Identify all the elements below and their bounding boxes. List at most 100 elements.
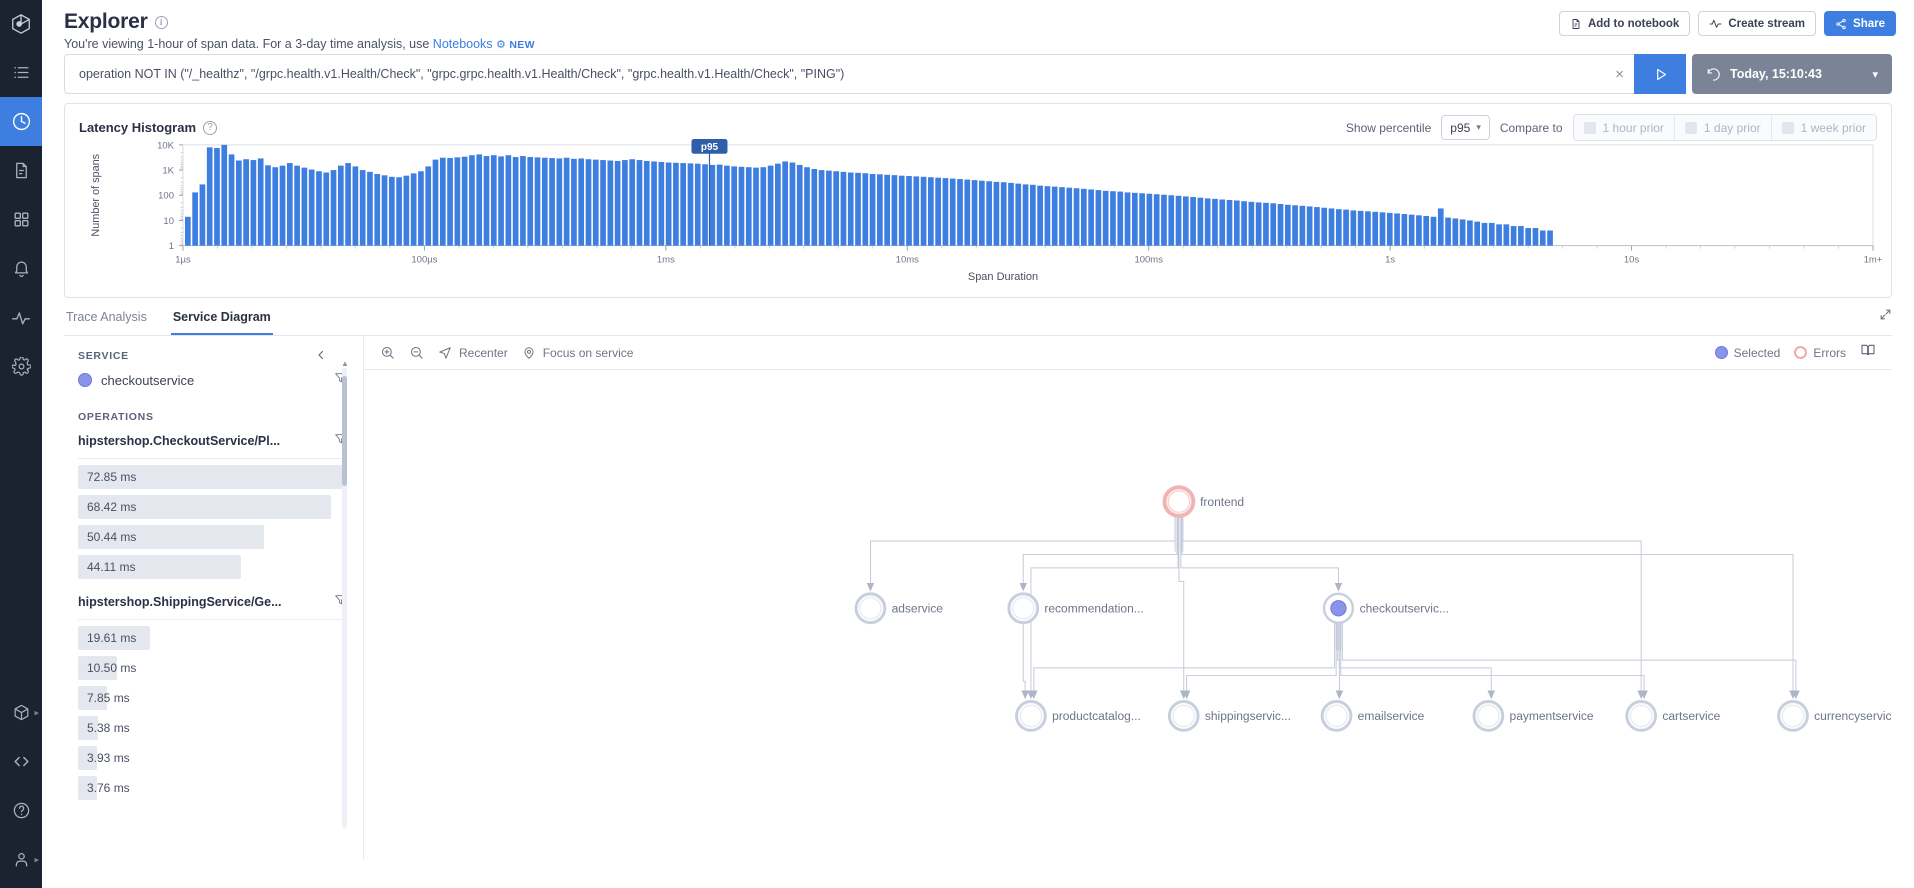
latency-bar-label: 44.11 ms: [87, 560, 136, 574]
service-node-label: shippingservic...: [1205, 709, 1291, 723]
latency-bar-item[interactable]: 50.44 ms: [78, 525, 347, 549]
info-icon[interactable]: i: [154, 15, 168, 29]
navigate-icon: [439, 346, 451, 359]
service-node-label: emailservice: [1358, 709, 1425, 723]
latency-bar-item[interactable]: 72.85 ms: [78, 465, 347, 489]
sidebar-item-help[interactable]: [0, 786, 42, 835]
latency-bar-item[interactable]: 19.61 ms: [78, 626, 347, 650]
share-button[interactable]: Share: [1824, 11, 1896, 36]
service-node[interactable]: paymentservice: [1472, 700, 1594, 732]
sidebar-item-dashboards[interactable]: [0, 195, 42, 244]
pane-scrollbar[interactable]: ▲: [341, 359, 349, 828]
recenter-button[interactable]: Recenter: [438, 346, 508, 360]
header-actions: Add to notebook Create stream Share: [1558, 11, 1896, 36]
svg-text:10s: 10s: [1624, 254, 1640, 265]
service-node-label: currencyservic...: [1814, 709, 1892, 723]
notebooks-link[interactable]: Notebooks: [433, 37, 493, 51]
sidebar-item-list[interactable]: [0, 48, 42, 97]
sidebar-item-monitors[interactable]: [0, 293, 42, 342]
sidebar-item-code[interactable]: [0, 737, 42, 786]
svg-text:1µs: 1µs: [175, 254, 191, 265]
sidebar-item-settings[interactable]: [0, 342, 42, 391]
explorer-app: ▸ ▸ Explorer i You're viewing 1-hour of …: [0, 0, 1914, 888]
sidebar-item-explorer[interactable]: [0, 97, 42, 146]
query-input[interactable]: operation NOT IN ("/_healthz", "/grpc.he…: [64, 54, 1634, 94]
diagram-legend: Selected Errors: [1714, 342, 1876, 363]
latency-bar-label: 72.85 ms: [87, 470, 137, 484]
create-stream-button[interactable]: Create stream: [1698, 11, 1817, 36]
service-node[interactable]: cartservice: [1625, 700, 1721, 732]
latency-bar-item[interactable]: 10.50 ms: [78, 656, 347, 680]
tab-trace-analysis[interactable]: Trace Analysis: [64, 310, 149, 335]
analysis-tabs: Trace Analysis Service Diagram: [64, 308, 1892, 336]
service-node[interactable]: currencyservic...: [1777, 700, 1892, 732]
operation-name-row[interactable]: hipstershop.CheckoutService/Pl...: [78, 432, 347, 459]
histogram-title: Latency Histogram: [79, 120, 197, 135]
sidebar-item-alerts[interactable]: [0, 244, 42, 293]
service-node[interactable]: frontend: [1162, 485, 1245, 518]
service-graph[interactable]: frontend adservice recommendation... checko…: [364, 370, 1892, 860]
latency-bar-item[interactable]: 3.93 ms: [78, 746, 347, 770]
chevron-down-icon: ▾: [1872, 68, 1878, 81]
service-node-label: recommendation...: [1044, 602, 1143, 616]
latency-bar-item[interactable]: 3.76 ms: [78, 776, 347, 800]
zoom-out-icon: [410, 346, 423, 359]
add-to-notebook-button[interactable]: Add to notebook: [1558, 11, 1691, 36]
zoom-in-icon: [381, 346, 394, 359]
help-circle-icon[interactable]: ?: [203, 120, 218, 135]
run-query-button[interactable]: [1634, 54, 1686, 94]
svg-text:10ms: 10ms: [896, 254, 920, 265]
svg-text:100: 100: [158, 191, 174, 202]
operation-groups: hipstershop.CheckoutService/Pl... 72.85 m…: [78, 432, 347, 800]
service-node[interactable]: productcatalog...: [1015, 700, 1141, 732]
latency-bar-item[interactable]: 68.42 ms: [78, 495, 347, 519]
service-color-dot: [78, 373, 92, 387]
service-node[interactable]: recommendation...: [1007, 592, 1144, 625]
svg-text:1: 1: [169, 241, 174, 252]
scrollbar-thumb[interactable]: [342, 376, 347, 486]
time-range-selector[interactable]: Today, 15:10:43 ▾: [1692, 54, 1892, 94]
latency-bar-label: 50.44 ms: [87, 530, 137, 544]
new-badge: NEW: [509, 39, 535, 51]
clear-query-icon[interactable]: ×: [1615, 67, 1624, 82]
tab-service-diagram[interactable]: Service Diagram: [170, 310, 273, 335]
zoom-in-button[interactable]: [380, 345, 395, 360]
svg-text:1m+: 1m+: [1864, 254, 1883, 265]
svg-text:1K: 1K: [162, 166, 174, 177]
operation-name-row[interactable]: hipstershop.ShippingService/Ge...: [78, 593, 347, 620]
svg-text:100µs: 100µs: [411, 254, 437, 265]
latency-bar-item[interactable]: 5.38 ms: [78, 716, 347, 740]
diagram-toolbar: Recenter Focus on service Selected Error…: [364, 336, 1892, 370]
collapse-pane-icon[interactable]: [315, 348, 327, 365]
scroll-up-arrow-icon[interactable]: ▲: [341, 359, 349, 368]
chevron-down-icon: ▾: [1476, 122, 1481, 132]
sidebar-item-account[interactable]: ▸: [0, 835, 42, 884]
service-node-label: frontend: [1200, 495, 1244, 509]
service-operations-pane: SERVICE checkoutservice OPERATIONS hipst…: [64, 336, 364, 860]
legend-selected: Selected: [1714, 346, 1780, 360]
service-node[interactable]: shippingservic...: [1167, 700, 1291, 732]
share-label: Share: [1853, 17, 1885, 30]
latency-bar-item[interactable]: 44.11 ms: [78, 555, 347, 579]
sidebar-item-integrations[interactable]: ▸: [0, 688, 42, 737]
service-section-label: SERVICE: [78, 350, 129, 362]
book-icon[interactable]: [1860, 342, 1876, 363]
service-node[interactable]: adservice: [854, 592, 943, 625]
focus-on-service-button[interactable]: Focus on service: [522, 346, 633, 360]
play-icon: [1656, 68, 1666, 80]
notebook-icon: [1572, 18, 1580, 29]
sidebar-item-notebooks[interactable]: [0, 146, 42, 195]
percentile-value: p95: [1450, 120, 1471, 135]
expand-icon[interactable]: [1879, 308, 1892, 326]
cube-logo-icon[interactable]: [0, 0, 42, 48]
selected-service-row[interactable]: checkoutservice: [78, 371, 347, 389]
service-node[interactable]: checkoutservic...: [1322, 592, 1449, 624]
histogram-chart[interactable]: 10K 1K 100 10 1 Number of spans 1µs 100µs 1ms 10m…: [65, 137, 1891, 297]
show-percentile-label: Show percentile: [1345, 120, 1432, 135]
operation-name: hipstershop.ShippingService/Ge...: [78, 595, 282, 609]
latency-bar-item[interactable]: 7.85 ms: [78, 686, 347, 710]
service-node[interactable]: emailservice: [1320, 700, 1425, 732]
zoom-out-button[interactable]: [409, 345, 424, 360]
svg-text:10: 10: [163, 216, 174, 227]
operation-name: hipstershop.CheckoutService/Pl...: [78, 434, 281, 448]
